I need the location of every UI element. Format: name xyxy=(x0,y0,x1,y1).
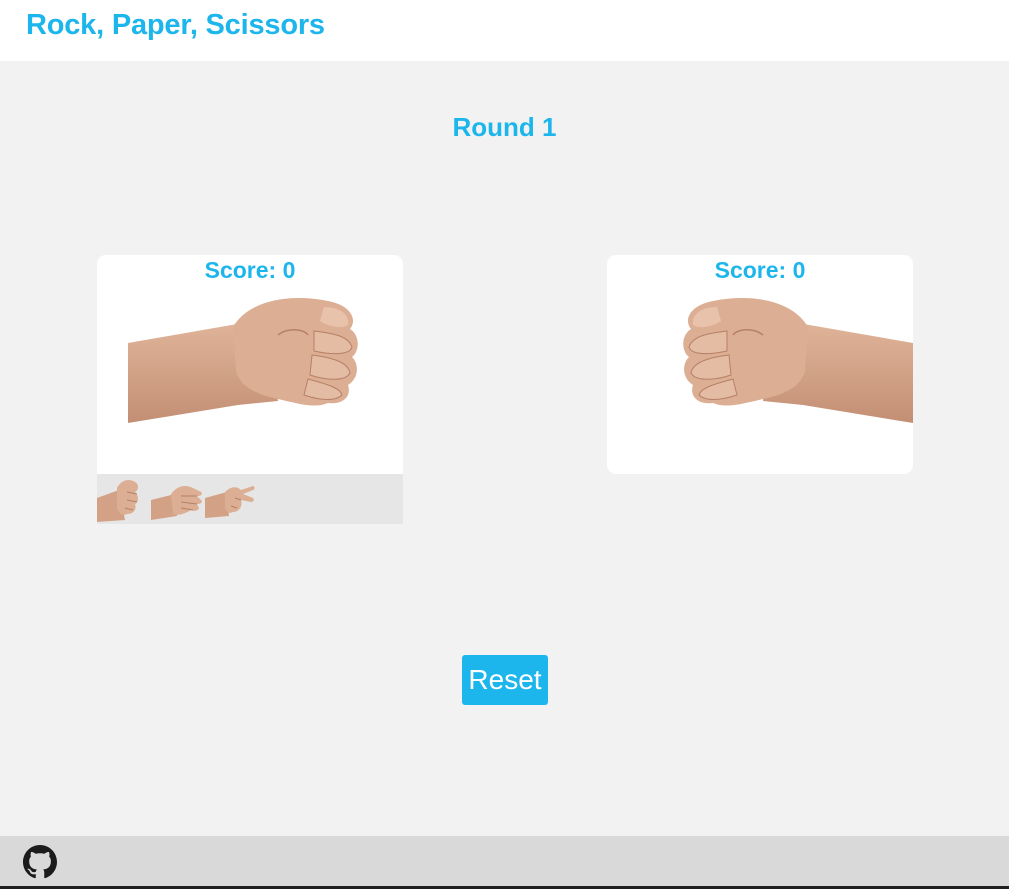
round-label: Round 1 xyxy=(452,112,557,142)
computer-card: Score: 0 xyxy=(607,255,913,474)
scissors-hand-icon xyxy=(205,486,255,518)
reset-button[interactable]: Reset xyxy=(462,655,548,705)
github-link[interactable] xyxy=(23,845,57,879)
app-title: Rock, Paper, Scissors xyxy=(26,9,325,41)
rock-hand-icon xyxy=(683,298,913,423)
paper-hand-icon xyxy=(151,486,202,520)
player-card: Score: 0 xyxy=(97,255,403,474)
footer xyxy=(0,836,1009,889)
app-header: Rock, Paper, Scissors xyxy=(0,0,1009,61)
player-score: Score: 0 xyxy=(204,257,296,283)
rock-choice-button[interactable] xyxy=(97,476,149,522)
scissors-choice-button[interactable] xyxy=(205,476,257,522)
rock-hand-icon xyxy=(97,480,138,522)
computer-score: Score: 0 xyxy=(714,257,806,283)
paper-choice-button[interactable] xyxy=(151,476,203,522)
github-icon xyxy=(23,845,57,879)
rock-hand-icon xyxy=(128,298,358,423)
choice-bar xyxy=(97,474,403,524)
